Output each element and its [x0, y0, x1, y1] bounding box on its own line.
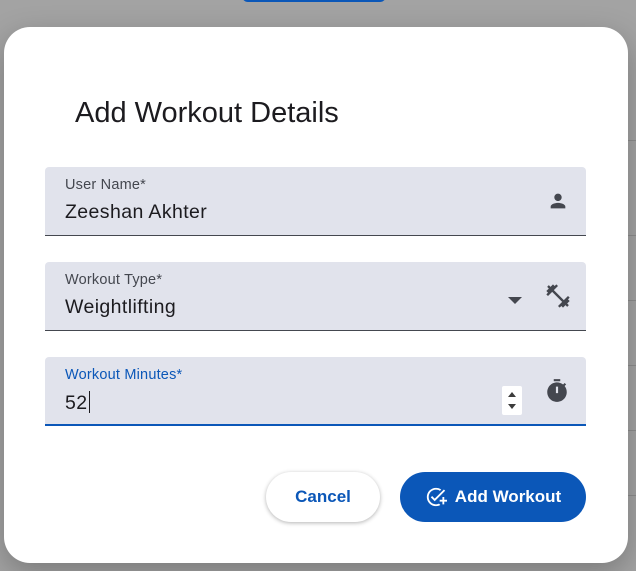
- add-task-icon: [425, 486, 447, 508]
- background-divider: [628, 140, 636, 141]
- workout-type-label: Workout Type*: [65, 272, 163, 288]
- timer-icon: [544, 378, 570, 409]
- background-divider: [628, 300, 636, 301]
- workout-type-value[interactable]: Weightlifting: [65, 296, 176, 319]
- workout-minutes-input[interactable]: Workout Minutes* 52: [45, 357, 586, 426]
- cancel-button[interactable]: Cancel: [266, 472, 380, 522]
- workout-minutes-label: Workout Minutes*: [65, 367, 183, 383]
- add-workout-button[interactable]: Add Workout: [400, 472, 586, 522]
- background-divider: [628, 430, 636, 431]
- add-workout-label: Add Workout: [454, 487, 562, 506]
- person-icon: [547, 190, 569, 217]
- text-caret: [88, 391, 90, 413]
- workout-type-select[interactable]: Workout Type* Weightlifting: [45, 262, 586, 331]
- number-spinner[interactable]: [502, 386, 522, 415]
- workout-minutes-value[interactable]: 52: [65, 391, 90, 415]
- user-name-field[interactable]: User Name* Zeeshan Akhter: [45, 167, 586, 236]
- background-divider: [628, 235, 636, 236]
- background-button: [242, 0, 386, 2]
- dialog-title: Add Workout Details: [75, 97, 339, 129]
- background-divider: [628, 495, 636, 496]
- dropdown-arrow-icon[interactable]: [508, 292, 522, 310]
- user-name-value[interactable]: Zeeshan Akhter: [65, 201, 207, 224]
- dumbbell-icon: [544, 282, 572, 315]
- user-name-label: User Name*: [65, 177, 146, 193]
- background-divider: [628, 365, 636, 366]
- add-workout-dialog: Add Workout Details User Name* Zeeshan A…: [4, 27, 628, 563]
